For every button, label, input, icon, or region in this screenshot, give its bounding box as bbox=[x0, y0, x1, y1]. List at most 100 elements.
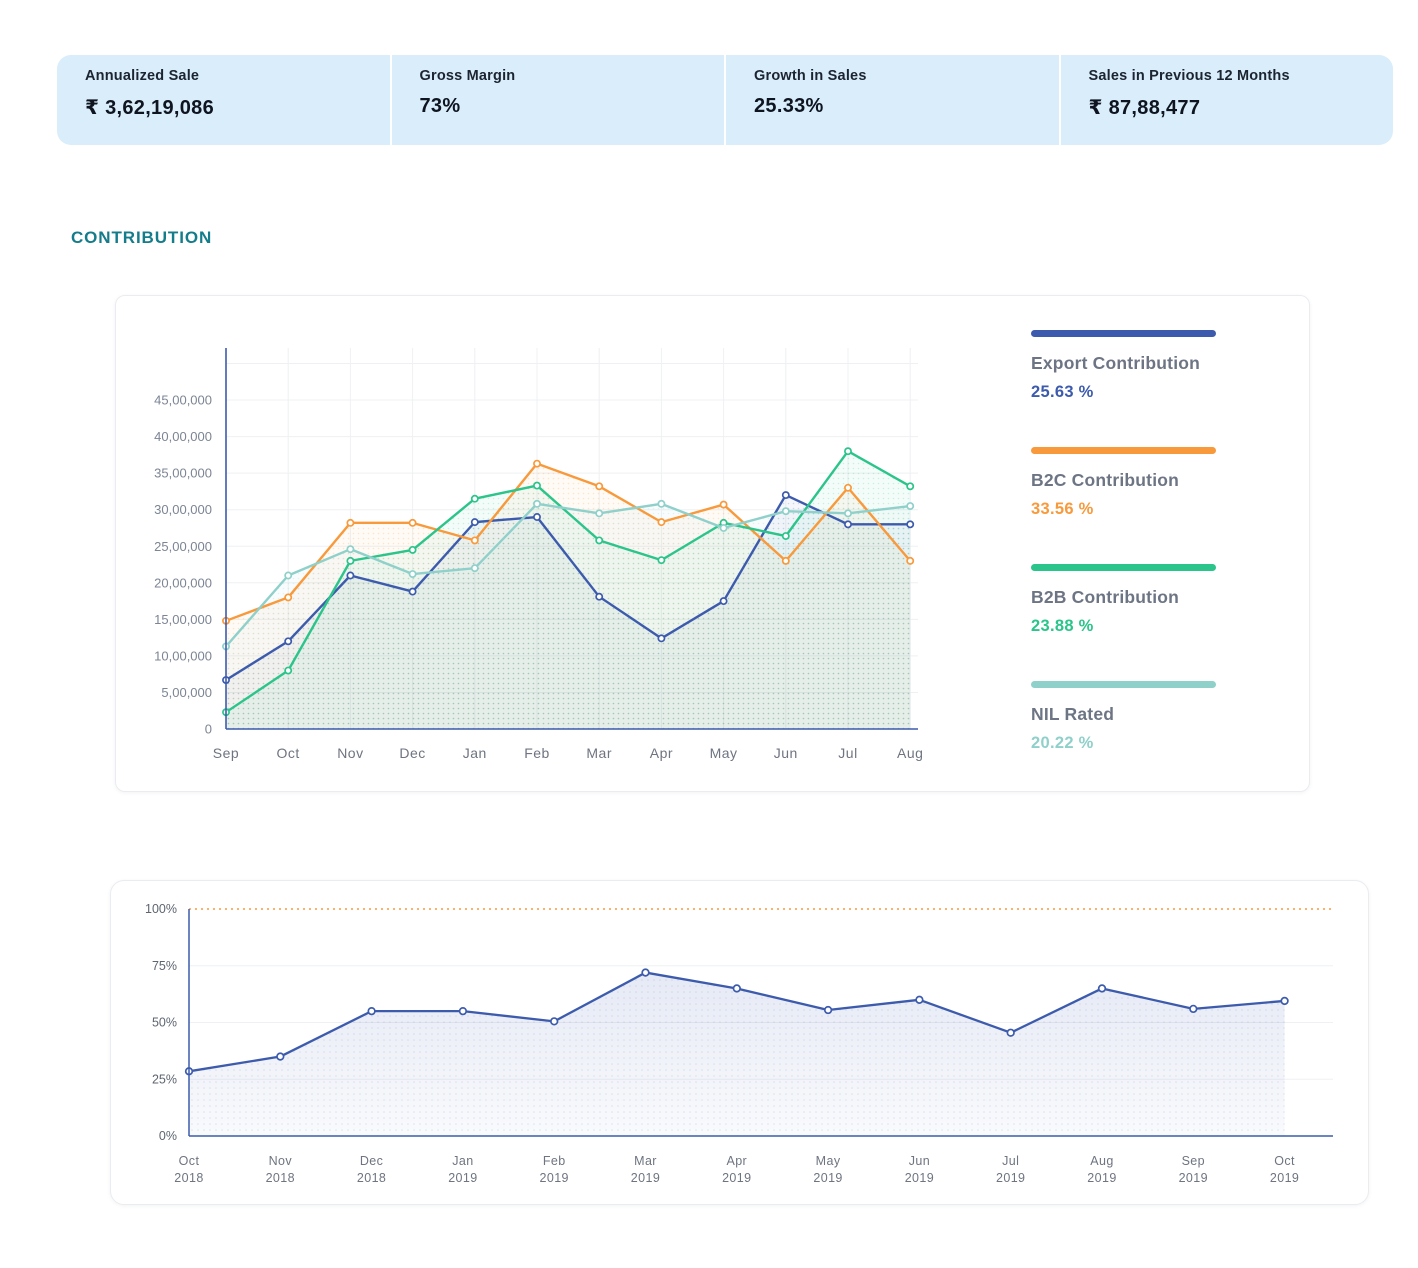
data-point-b2c-contribution bbox=[907, 558, 913, 564]
legend-color-bar bbox=[1031, 447, 1216, 454]
y-tick-label: 0% bbox=[159, 1129, 177, 1143]
x-tick-label: Aug bbox=[897, 745, 923, 761]
x-tick-label: Jan bbox=[463, 745, 487, 761]
x-tick-label: Oct2019 bbox=[1270, 1154, 1299, 1185]
data-point-b2c-contribution bbox=[783, 558, 789, 564]
data-point-b2c-contribution bbox=[472, 537, 478, 543]
x-tick-label: Aug2019 bbox=[1087, 1154, 1116, 1185]
stat-label: Annualized Sale bbox=[85, 68, 390, 84]
stat-item-growth-in-sales: Growth in Sales 25.33% bbox=[726, 55, 1061, 145]
x-tick-label: Mar bbox=[586, 745, 612, 761]
data-point-b2b-contribution bbox=[845, 448, 851, 454]
data-point-b2b-contribution bbox=[347, 558, 353, 564]
data-point-growth bbox=[1007, 1029, 1014, 1036]
data-point-b2b-contribution bbox=[658, 557, 664, 563]
y-tick-label: 50% bbox=[152, 1016, 177, 1030]
data-point-nil-rated bbox=[783, 508, 789, 514]
data-point-growth bbox=[277, 1053, 284, 1060]
legend-item-export-contribution[interactable]: Export Contribution 25.63 % bbox=[1031, 330, 1251, 402]
stat-label: Growth in Sales bbox=[754, 68, 1059, 84]
data-point-b2b-contribution bbox=[410, 547, 416, 553]
x-tick-label: May2019 bbox=[813, 1154, 842, 1185]
legend-label: Export Contribution bbox=[1031, 353, 1251, 374]
legend-label: B2B Contribution bbox=[1031, 587, 1251, 608]
legend-label: B2C Contribution bbox=[1031, 470, 1251, 491]
data-point-b2b-contribution bbox=[534, 482, 540, 488]
data-point-nil-rated bbox=[472, 565, 478, 571]
y-tick-label: 5,00,000 bbox=[161, 685, 212, 700]
legend-item-b2c-contribution[interactable]: B2C Contribution33.56 % bbox=[1031, 447, 1251, 519]
x-tick-label: Jan2019 bbox=[448, 1154, 477, 1185]
data-point-b2c-contribution bbox=[534, 461, 540, 467]
series-areas bbox=[226, 451, 910, 729]
y-tick-label: 25% bbox=[152, 1072, 177, 1086]
stat-label: Gross Margin bbox=[420, 68, 725, 84]
x-tick-label: Nov bbox=[337, 745, 363, 761]
legend-label: NIL Rated bbox=[1031, 704, 1251, 725]
y-tick-label: 35,00,000 bbox=[154, 466, 212, 481]
x-tick-label: Jun2019 bbox=[905, 1154, 934, 1185]
x-tick-label: Jun bbox=[774, 745, 798, 761]
x-tick-label: Mar2019 bbox=[631, 1154, 660, 1185]
data-point-export-contribution bbox=[596, 594, 602, 600]
data-point-b2c-contribution bbox=[285, 594, 291, 600]
legend-color-bar bbox=[1031, 681, 1216, 688]
x-tick-label: Oct2018 bbox=[174, 1154, 203, 1185]
x-tick-label: Feb bbox=[524, 745, 550, 761]
data-point-growth bbox=[1281, 998, 1288, 1005]
stat-value: ₹ 3,62,19,086 bbox=[85, 95, 390, 120]
legend-item-nil-rated[interactable]: NIL Rated 20.22 % bbox=[1031, 681, 1251, 753]
data-point-export-contribution bbox=[907, 521, 913, 527]
data-point-growth bbox=[460, 1008, 467, 1015]
data-point-growth bbox=[1099, 985, 1106, 992]
x-tick-label: Nov2018 bbox=[266, 1154, 295, 1185]
y-tick-label: 20,00,000 bbox=[154, 575, 212, 590]
data-point-growth bbox=[642, 969, 649, 976]
data-point-nil-rated bbox=[534, 501, 540, 507]
y-tick-label: 0 bbox=[205, 722, 212, 737]
stat-item-sales-in-previous-12-months: Sales in Previous 12 Months ₹ 87,88,477 bbox=[1061, 55, 1394, 145]
data-point-export-contribution bbox=[410, 588, 416, 594]
growth-chart-card: 0%25%50%75%100%Oct2018Nov2018Dec2018Jan2… bbox=[110, 880, 1369, 1205]
x-tick-label: Sep bbox=[213, 745, 239, 761]
x-tick-label: Oct bbox=[277, 745, 300, 761]
data-point-growth bbox=[368, 1008, 375, 1015]
data-point-nil-rated bbox=[658, 501, 664, 507]
data-point-b2b-contribution bbox=[783, 533, 789, 539]
stat-value: 25.33% bbox=[754, 95, 1059, 118]
stat-label: Sales in Previous 12 Months bbox=[1089, 68, 1394, 84]
data-point-nil-rated bbox=[721, 525, 727, 531]
stat-value: ₹ 87,88,477 bbox=[1089, 95, 1394, 120]
data-point-export-contribution bbox=[845, 521, 851, 527]
stat-item-annualized-sale: Annualized Sale ₹ 3,62,19,086 bbox=[57, 55, 392, 145]
section-title: CONTRIBUTION bbox=[71, 228, 212, 248]
data-point-b2c-contribution bbox=[347, 520, 353, 526]
data-point-b2b-contribution bbox=[472, 496, 478, 502]
x-tick-label: Dec bbox=[399, 745, 425, 761]
data-point-growth bbox=[825, 1007, 832, 1014]
x-tick-label: Apr bbox=[650, 745, 673, 761]
data-point-b2c-contribution bbox=[596, 483, 602, 489]
stats-bar: Annualized Sale ₹ 3,62,19,086 Gross Margin… bbox=[57, 55, 1393, 145]
legend-item-b2b-contribution[interactable]: B2B Contribution 23.88 % bbox=[1031, 564, 1251, 636]
legend-value: 20.22 % bbox=[1031, 734, 1251, 753]
data-point-b2b-contribution bbox=[907, 483, 913, 489]
legend-color-bar bbox=[1031, 330, 1216, 337]
y-tick-label: 15,00,000 bbox=[154, 612, 212, 627]
data-point-growth bbox=[916, 997, 923, 1004]
data-point-b2b-contribution bbox=[596, 537, 602, 543]
growth-area-chart: 0%25%50%75%100%Oct2018Nov2018Dec2018Jan2… bbox=[111, 881, 1366, 1202]
x-tick-label: Apr2019 bbox=[722, 1154, 751, 1185]
series-area-nil-rated bbox=[226, 504, 910, 729]
legend-value: 23.88 % bbox=[1031, 617, 1251, 636]
data-point-export-contribution bbox=[721, 598, 727, 604]
y-tick-label: 100% bbox=[145, 902, 177, 916]
data-point-nil-rated bbox=[347, 546, 353, 552]
data-point-nil-rated bbox=[410, 571, 416, 577]
y-tick-label: 40,00,000 bbox=[154, 429, 212, 444]
data-point-growth bbox=[734, 985, 741, 992]
y-tick-label: 10,00,000 bbox=[154, 648, 212, 663]
legend-value: 25.63 % bbox=[1031, 383, 1251, 402]
data-point-b2c-contribution bbox=[410, 520, 416, 526]
y-tick-label: 75% bbox=[152, 959, 177, 973]
